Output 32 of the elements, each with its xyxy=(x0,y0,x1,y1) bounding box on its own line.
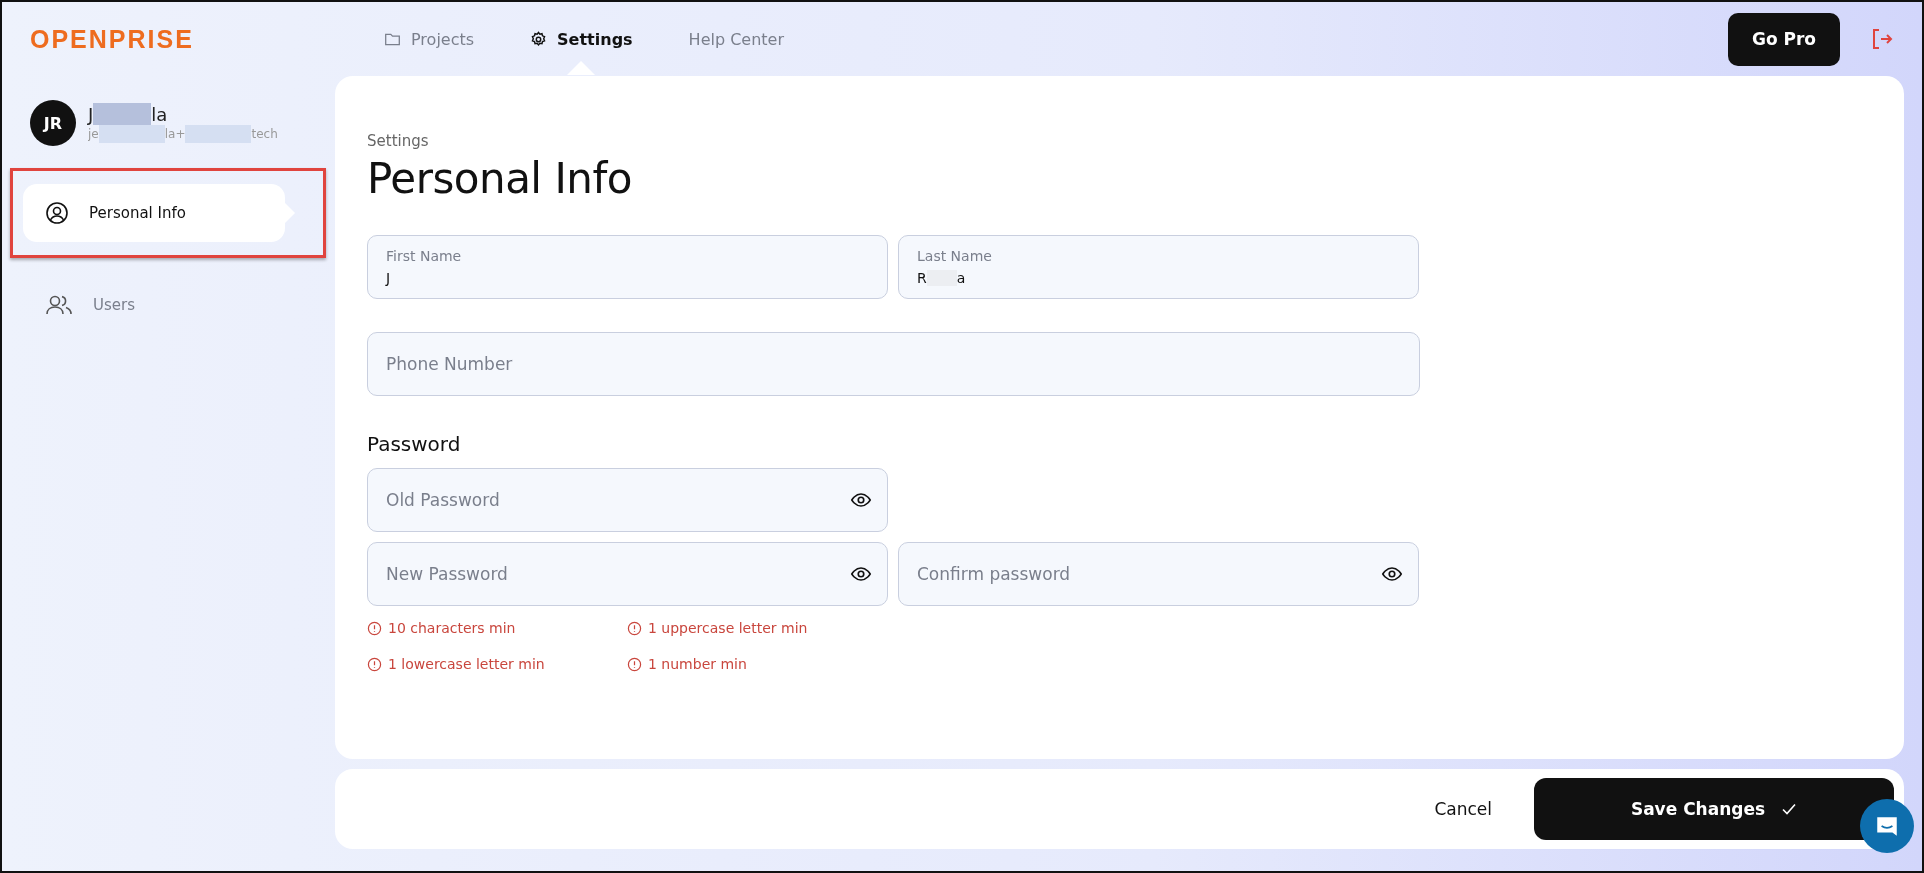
checkmark-icon xyxy=(1781,801,1798,817)
page-title: Personal Info xyxy=(367,154,633,203)
validation-message: 1 lowercase letter min xyxy=(388,656,545,672)
nav-tab[interactable]: Help Center xyxy=(688,29,785,49)
breadcrumb: Settings xyxy=(367,132,430,150)
save-button[interactable]: Save Changes xyxy=(1534,778,1894,840)
redaction-block xyxy=(93,103,152,125)
user-avatar: JR xyxy=(30,100,76,146)
validation-message: 10 characters min xyxy=(388,620,516,636)
password-field[interactable]: Old Password xyxy=(367,468,888,532)
validation-message: 1 uppercase letter min xyxy=(648,620,808,636)
sidebar-item[interactable]: Users xyxy=(23,276,285,334)
redaction-block xyxy=(98,125,165,143)
section-heading: Password xyxy=(367,432,462,456)
warning-icon xyxy=(627,656,642,672)
phone-field[interactable]: Phone Number xyxy=(367,332,1420,396)
warning-icon xyxy=(367,656,382,672)
chat-button[interactable] xyxy=(1860,799,1914,853)
password-field[interactable]: Confirm password xyxy=(898,542,1419,606)
warning-icon xyxy=(367,620,382,636)
user-icon xyxy=(45,201,69,225)
password-field[interactable]: New Password xyxy=(367,542,888,606)
settings-icon xyxy=(530,30,548,48)
cancel-button[interactable]: Cancel xyxy=(1428,798,1498,820)
validation-message: 1 number min xyxy=(648,656,747,672)
logout-icon[interactable] xyxy=(1870,27,1894,51)
go-pro-button[interactable]: Go Pro xyxy=(1727,12,1840,66)
redaction-block xyxy=(185,125,252,143)
text-field[interactable]: First Name J xyxy=(367,235,888,299)
users-icon xyxy=(45,294,73,316)
text-field[interactable]: Last Name R a xyxy=(898,235,1419,299)
warning-icon xyxy=(627,620,642,636)
